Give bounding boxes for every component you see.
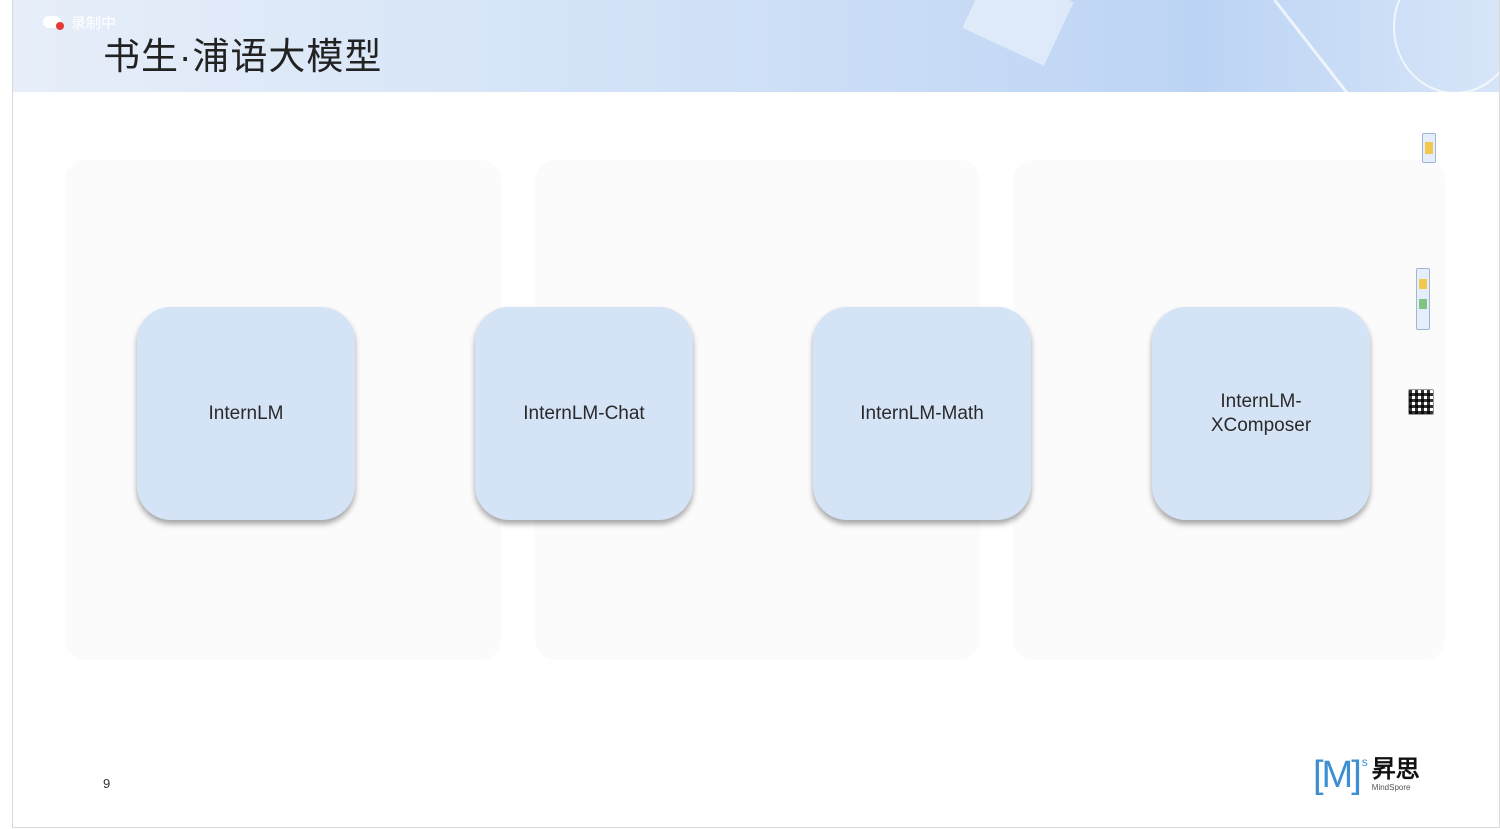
recording-dot (56, 22, 64, 30)
phone-preview-icon (1422, 133, 1436, 163)
page-number: 9 (103, 776, 111, 791)
header-decoration-circle (1393, 0, 1499, 92)
slide-header: 录制中 书生·浦语大模型 (13, 0, 1499, 92)
slide: 录制中 书生·浦语大模型 InternLM InternLM-Chat Inte… (12, 0, 1500, 828)
page-title: 书生·浦语大模型 (103, 36, 383, 77)
mindspore-logo: [M] s 昇思 MindSpore (1313, 755, 1420, 799)
phone-preview-long-icon (1416, 268, 1430, 330)
model-card-internlm: InternLM (137, 307, 355, 520)
card-label: InternLM-XComposer (1210, 390, 1312, 436)
cloud-record-icon (43, 16, 64, 30)
header-decoration-line (1273, 0, 1362, 92)
logo-english: MindSpore (1371, 783, 1411, 792)
logo-mark: [M] (1313, 754, 1362, 796)
card-label: InternLM (208, 402, 284, 424)
model-card-internlm-xcomposer: InternLM-XComposer (1152, 307, 1370, 520)
header-decoration (962, 0, 1074, 66)
card-label: InternLM-Chat (523, 402, 645, 424)
logo-superscript: s (1361, 755, 1368, 769)
logo-text: 昇思 MindSpore (1371, 756, 1420, 793)
model-card-internlm-math: InternLM-Math (813, 307, 1031, 520)
logo-chinese: 昇思 (1371, 756, 1420, 783)
card-label: InternLM-Math (860, 402, 984, 424)
model-card-internlm-chat: InternLM-Chat (475, 307, 693, 520)
qr-code-icon (1408, 389, 1434, 415)
